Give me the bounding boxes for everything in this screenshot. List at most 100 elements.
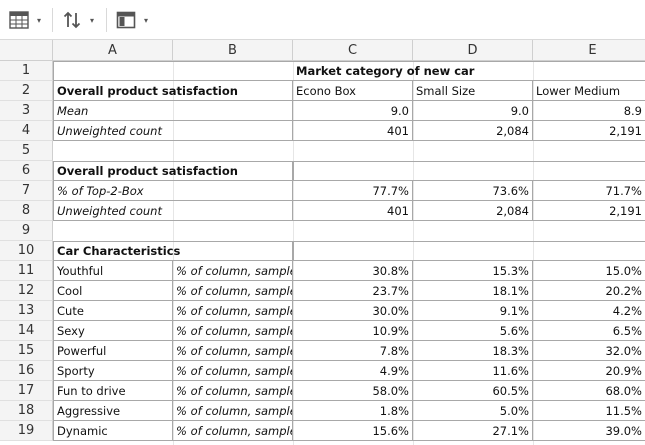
characteristic-label[interactable]: Cool xyxy=(53,281,173,301)
characteristic-label[interactable]: Sexy xyxy=(53,321,173,341)
value-cell[interactable]: 27.1% xyxy=(413,421,533,441)
column-header-a[interactable]: A xyxy=(53,40,173,61)
row-header[interactable]: 18 xyxy=(0,401,53,421)
value-cell[interactable]: 15.3% xyxy=(413,261,533,281)
row-header[interactable]: 15 xyxy=(0,341,53,361)
value-cell[interactable]: 7.8% xyxy=(293,341,413,361)
value-cell[interactable]: 23.7% xyxy=(293,281,413,301)
characteristic-label[interactable]: Fun to drive xyxy=(53,381,173,401)
value-cell[interactable]: 32.0% xyxy=(533,341,645,361)
cell-c10[interactable] xyxy=(293,241,645,261)
value-cell[interactable]: 71.7% xyxy=(533,181,645,201)
row-header[interactable]: 8 xyxy=(0,201,53,221)
stat-label-unweighted-count[interactable]: Unweighted count xyxy=(53,201,293,221)
category-lower-medium[interactable]: Lower Medium xyxy=(533,81,645,101)
value-cell[interactable]: 20.2% xyxy=(533,281,645,301)
table-menu-button[interactable]: ▾ xyxy=(8,6,44,34)
value-cell[interactable]: 1.8% xyxy=(293,401,413,421)
row-header[interactable]: 12 xyxy=(0,281,53,301)
category-econo-box[interactable]: Econo Box xyxy=(293,81,413,101)
value-cell[interactable]: 2,191 xyxy=(533,121,645,141)
characteristic-label[interactable]: Cute xyxy=(53,301,173,321)
value-cell[interactable]: 30.0% xyxy=(293,301,413,321)
value-cell[interactable]: 73.6% xyxy=(413,181,533,201)
statistic-label[interactable]: % of column, sample xyxy=(173,341,293,361)
value-cell[interactable]: 18.3% xyxy=(413,341,533,361)
value-cell[interactable]: 401 xyxy=(293,121,413,141)
cell-a1[interactable] xyxy=(53,61,293,81)
row-header[interactable]: 17 xyxy=(0,381,53,401)
statistic-label[interactable]: % of column, sample xyxy=(173,401,293,421)
value-cell[interactable]: 15.6% xyxy=(293,421,413,441)
value-cell[interactable]: 39.0% xyxy=(533,421,645,441)
value-cell[interactable]: 15.0% xyxy=(533,261,645,281)
characteristic-label[interactable]: Powerful xyxy=(53,341,173,361)
row-header[interactable]: 9 xyxy=(0,221,53,241)
column-header-e[interactable]: E xyxy=(533,40,645,61)
statistic-label[interactable]: % of column, sample xyxy=(173,381,293,401)
category-small-size[interactable]: Small Size xyxy=(413,81,533,101)
panel-menu-button[interactable]: ▾ xyxy=(115,6,151,34)
statistic-label[interactable]: % of column, sample xyxy=(173,321,293,341)
stat-label-mean[interactable]: Mean xyxy=(53,101,293,121)
select-all-corner[interactable] xyxy=(0,40,53,61)
sort-menu-button[interactable]: ▾ xyxy=(61,6,97,34)
statistic-label[interactable]: % of column, sample xyxy=(173,361,293,381)
row-header[interactable]: 14 xyxy=(0,321,53,341)
column-header-c[interactable]: C xyxy=(293,40,413,61)
value-cell[interactable]: 9.0 xyxy=(413,101,533,121)
value-cell[interactable]: 9.1% xyxy=(413,301,533,321)
section-title-satisfaction-top2[interactable]: Overall product satisfaction xyxy=(53,161,293,181)
statistic-label[interactable]: % of column, sample xyxy=(173,301,293,321)
value-cell[interactable]: 11.6% xyxy=(413,361,533,381)
row-header[interactable]: 10 xyxy=(0,241,53,261)
value-cell[interactable]: 68.0% xyxy=(533,381,645,401)
stat-label-top-2-box[interactable]: % of Top-2-Box xyxy=(53,181,293,201)
row-header[interactable]: 5 xyxy=(0,141,53,161)
value-cell[interactable]: 10.9% xyxy=(293,321,413,341)
value-cell[interactable]: 2,084 xyxy=(413,201,533,221)
market-category-header[interactable]: Market category of new car xyxy=(293,61,645,81)
value-cell[interactable]: 4.9% xyxy=(293,361,413,381)
value-cell[interactable]: 4.2% xyxy=(533,301,645,321)
column-header-b[interactable]: B xyxy=(173,40,293,61)
value-cell[interactable]: 9.0 xyxy=(293,101,413,121)
value-cell[interactable]: 2,191 xyxy=(533,201,645,221)
row-header[interactable]: 7 xyxy=(0,181,53,201)
value-cell[interactable]: 20.9% xyxy=(533,361,645,381)
section-title-satisfaction[interactable]: Overall product satisfaction xyxy=(53,81,293,101)
row-header[interactable]: 11 xyxy=(0,261,53,281)
row-header[interactable]: 16 xyxy=(0,361,53,381)
value-cell[interactable]: 6.5% xyxy=(533,321,645,341)
value-cell[interactable]: 8.9 xyxy=(533,101,645,121)
value-cell[interactable]: 58.0% xyxy=(293,381,413,401)
value-cell[interactable]: 5.6% xyxy=(413,321,533,341)
characteristic-label[interactable]: Dynamic xyxy=(53,421,173,441)
statistic-label[interactable]: % of column, sample xyxy=(173,261,293,281)
row-header[interactable]: 4 xyxy=(0,121,53,141)
row-header[interactable]: 1 xyxy=(0,61,53,81)
value-cell[interactable]: 2,084 xyxy=(413,121,533,141)
row-header[interactable]: 3 xyxy=(0,101,53,121)
value-cell[interactable]: 401 xyxy=(293,201,413,221)
value-cell[interactable]: 77.7% xyxy=(293,181,413,201)
row-header[interactable]: 19 xyxy=(0,421,53,441)
row-header[interactable]: 6 xyxy=(0,161,53,181)
value-cell[interactable]: 5.0% xyxy=(413,401,533,421)
column-header-d[interactable]: D xyxy=(413,40,533,61)
row-header[interactable]: 13 xyxy=(0,301,53,321)
value-cell[interactable]: 60.5% xyxy=(413,381,533,401)
characteristic-label[interactable]: Sporty xyxy=(53,361,173,381)
characteristic-label[interactable]: Youthful xyxy=(53,261,173,281)
section-title-car-characteristics[interactable]: Car Characteristics xyxy=(53,241,293,261)
statistic-label[interactable]: % of column, sample xyxy=(173,421,293,441)
value-cell[interactable]: 11.5% xyxy=(533,401,645,421)
value-cell[interactable]: 18.1% xyxy=(413,281,533,301)
spreadsheet-grid[interactable]: A B C D E 1 2 3 4 5 6 7 8 9 10 11 12 13 … xyxy=(0,40,645,445)
value-cell[interactable]: 30.8% xyxy=(293,261,413,281)
stat-label-unweighted-count[interactable]: Unweighted count xyxy=(53,121,293,141)
row-header[interactable]: 2 xyxy=(0,81,53,101)
statistic-label[interactable]: % of column, sample xyxy=(173,281,293,301)
cell-c6[interactable] xyxy=(293,161,645,181)
characteristic-label[interactable]: Aggressive xyxy=(53,401,173,421)
